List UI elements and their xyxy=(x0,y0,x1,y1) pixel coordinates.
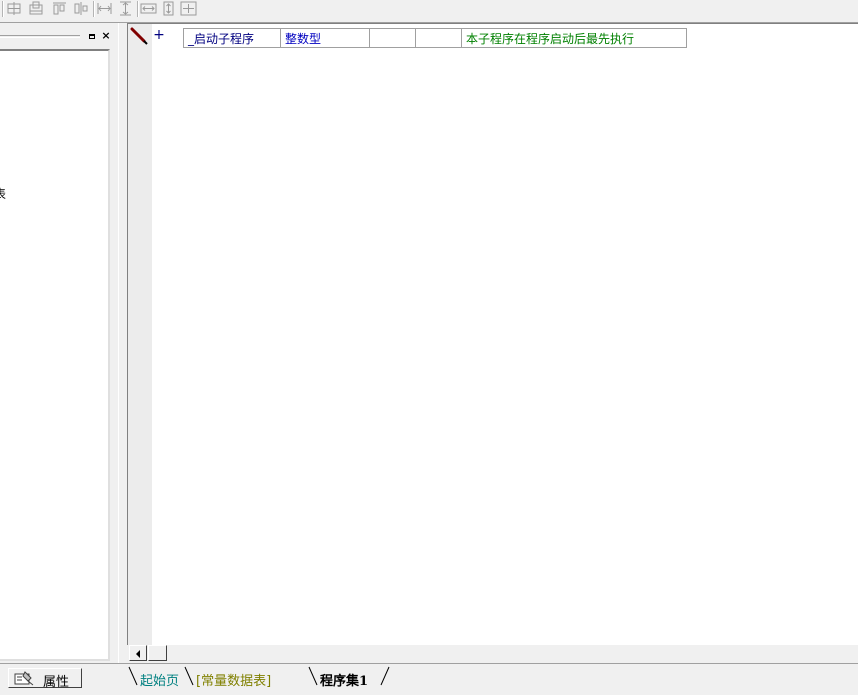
tab-label: [常量数据表] xyxy=(196,674,272,689)
close-icon[interactable]: × xyxy=(99,29,111,42)
panel-header: × xyxy=(0,28,118,44)
space-horizontal-icon[interactable] xyxy=(96,1,113,16)
scroll-left-button[interactable] xyxy=(129,645,147,661)
panel-tree-item-partial[interactable]: 表 xyxy=(0,185,6,202)
comment-cell[interactable]: 本子程序在程序启动后最先执行 xyxy=(461,28,687,48)
panel-splitter[interactable] xyxy=(118,23,127,663)
align-center-icon[interactable] xyxy=(28,1,45,16)
tab-label: 起始页 xyxy=(140,674,180,689)
tab-divider xyxy=(128,666,138,686)
panel-grip[interactable] xyxy=(0,35,80,36)
expand-plus-icon[interactable]: + xyxy=(153,27,165,43)
editor-gutter xyxy=(128,24,152,645)
scroll-thumb[interactable] xyxy=(148,645,167,661)
pencil-icon xyxy=(130,27,148,45)
same-height-icon[interactable] xyxy=(160,1,177,16)
bottom-bar: 属性 起始页 [常量数据表] 程序集1 xyxy=(0,663,858,695)
align-left-icon[interactable] xyxy=(6,1,23,16)
tab-divider xyxy=(184,666,194,686)
subroutine-cell-3[interactable] xyxy=(369,28,416,48)
left-panel: × 表 xyxy=(0,23,118,663)
toolbar-separator xyxy=(137,1,139,17)
properties-icon xyxy=(14,671,34,686)
toolbar-separator xyxy=(2,1,4,17)
restore-glyph xyxy=(89,34,95,39)
space-vertical-icon[interactable] xyxy=(117,1,134,16)
same-width-icon[interactable] xyxy=(140,1,157,16)
code-editor[interactable]: + _启动子程序 整数型 本子程序在程序启动后最先执行 xyxy=(127,23,858,645)
toolbar-separator xyxy=(93,1,95,17)
restore-icon[interactable] xyxy=(86,31,98,42)
properties-tab-label: 属性 xyxy=(43,675,70,690)
align-middle-icon[interactable] xyxy=(73,1,90,16)
same-size-icon[interactable] xyxy=(180,1,197,16)
horizontal-scrollbar[interactable] xyxy=(127,645,858,663)
align-top-icon[interactable] xyxy=(51,1,68,16)
layout-toolbar xyxy=(0,0,858,23)
tab-divider xyxy=(380,666,390,686)
panel-grip-highlight xyxy=(0,37,80,38)
left-arrow-icon xyxy=(136,650,140,658)
close-glyph: × xyxy=(101,29,111,42)
subroutine-name-cell[interactable]: _启动子程序 xyxy=(183,28,281,48)
tab-divider xyxy=(308,666,318,686)
subroutine-cell-4[interactable] xyxy=(415,28,462,48)
properties-tab[interactable]: 属性 xyxy=(8,668,82,690)
subroutine-table: _启动子程序 整数型 本子程序在程序启动后最先执行 xyxy=(183,28,687,48)
table-row: _启动子程序 整数型 本子程序在程序启动后最先执行 xyxy=(183,28,687,48)
return-type-cell[interactable]: 整数型 xyxy=(280,28,370,48)
panel-tree-view[interactable]: 表 xyxy=(0,49,110,661)
tab-label: 程序集1 xyxy=(320,674,369,689)
